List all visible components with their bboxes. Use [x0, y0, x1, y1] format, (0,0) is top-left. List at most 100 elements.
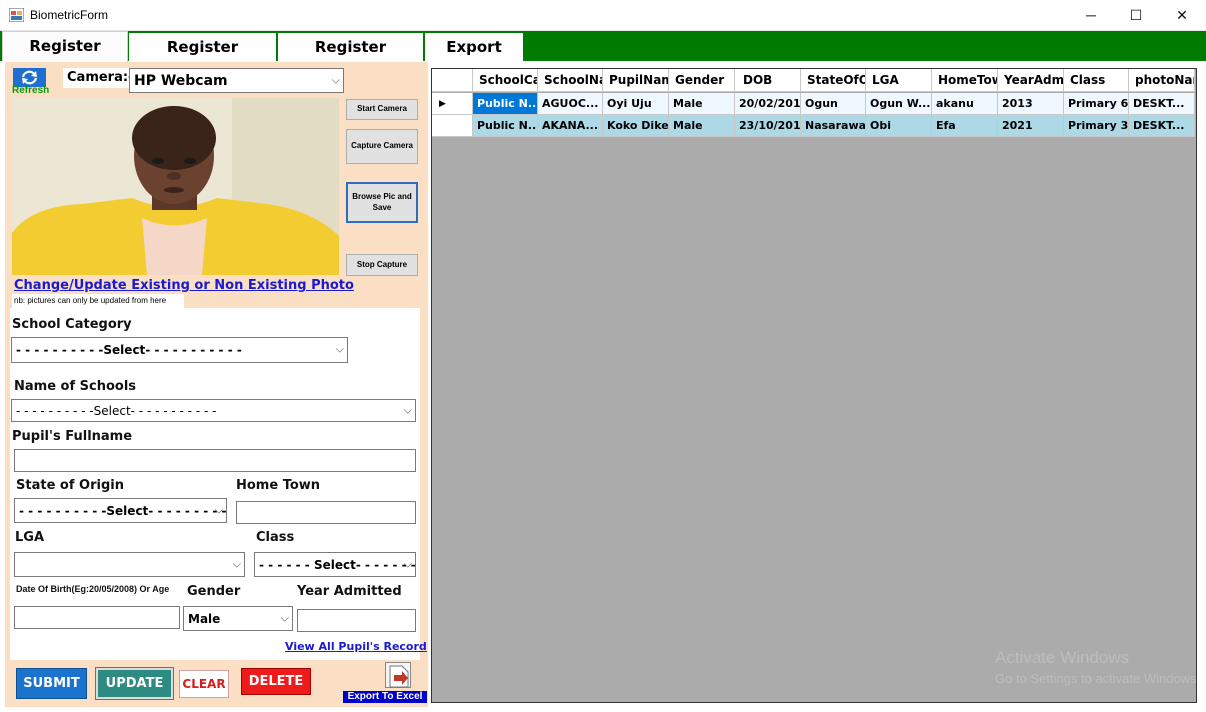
lga-select[interactable]: ⌵: [14, 552, 245, 577]
start-camera-button[interactable]: Start Camera: [346, 99, 418, 120]
year-admitted-input[interactable]: [297, 609, 416, 632]
clear-button[interactable]: CLEAR: [179, 670, 229, 698]
table-cell[interactable]: AKANA...: [538, 115, 603, 137]
hometown-label: Home Town: [236, 478, 321, 493]
class-select[interactable]: - - - - - - Select- - - - - - - ⌵: [254, 552, 416, 577]
camera-select-value: HP Webcam: [134, 72, 228, 89]
table-cell[interactable]: 23/10/2015: [735, 115, 801, 137]
chevron-down-icon: ⌵: [335, 342, 344, 356]
table-cell[interactable]: AGUOC...: [538, 93, 603, 115]
school-category-select[interactable]: - - - - - - - - - -Select- - - - - - - -…: [11, 337, 348, 363]
table-cell[interactable]: Koko Dike: [603, 115, 669, 137]
camera-preview: [12, 98, 339, 275]
current-row-arrow-icon: ▶: [439, 98, 446, 108]
update-button[interactable]: UPDATE: [95, 667, 174, 700]
capture-camera-button[interactable]: Capture Camera: [346, 129, 418, 164]
table-cell[interactable]: Primary 6: [1064, 93, 1129, 115]
refresh-label: Refresh: [12, 85, 50, 96]
table-cell[interactable]: 2021: [998, 115, 1064, 137]
maximize-button[interactable]: ☐: [1113, 0, 1159, 31]
browse-pic-button[interactable]: Browse Pic and Save: [346, 182, 418, 223]
column-header[interactable]: HomeTown: [932, 69, 998, 92]
table-cell[interactable]: akanu: [932, 93, 998, 115]
camera-label: Camera:-: [63, 68, 138, 88]
class-value: - - - - - - Select- - - - - - -: [259, 557, 416, 572]
table-cell[interactable]: DESKT...: [1129, 115, 1195, 137]
year-admitted-label: Year Admitted: [297, 584, 402, 599]
view-all-records-link[interactable]: View All Pupil's Record: [285, 640, 427, 653]
column-header[interactable]: LGA: [866, 69, 932, 92]
column-header[interactable]: SchoolName: [538, 69, 603, 92]
table-cell[interactable]: Ogun W...: [866, 93, 932, 115]
app-icon: [8, 7, 25, 23]
state-label: State of Origin: [16, 478, 124, 493]
export-excel-label[interactable]: Export To Excel: [343, 691, 427, 703]
school-name-select[interactable]: - - - - - - - - - -Select- - - - - - - -…: [11, 399, 416, 422]
class-label: Class: [256, 530, 295, 545]
column-header[interactable]: StateOfOrigin: [801, 69, 866, 92]
table-cell[interactable]: 2013: [998, 93, 1064, 115]
pupils-grid: [431, 68, 1197, 703]
tab-register-pupils[interactable]: Register Pupils: [2, 31, 128, 83]
camera-select[interactable]: HP Webcam ⌵: [129, 68, 344, 93]
column-header[interactable]: YearAdmitted: [998, 69, 1064, 92]
hometown-input[interactable]: [236, 501, 416, 524]
dob-label: Date Of Birth(Eg:20/05/2008) Or Age: [16, 584, 170, 594]
chevron-down-icon: ⌵: [232, 556, 241, 570]
chevron-down-icon: ⌵: [331, 72, 340, 86]
chevron-down-icon: ⌵: [403, 556, 412, 570]
lga-label: LGA: [15, 530, 45, 545]
column-header[interactable]: Gender: [669, 69, 735, 92]
table-cell[interactable]: Oyi Uju: [603, 93, 669, 115]
change-photo-link[interactable]: Change/Update Existing or Non Existing P…: [14, 278, 354, 293]
chevron-down-icon: ⌵: [280, 610, 289, 624]
table-cell[interactable]: Ogun: [801, 93, 866, 115]
table-cell[interactable]: 20/02/2018: [735, 93, 801, 115]
column-header[interactable]: photoName: [1129, 69, 1195, 92]
minimize-button[interactable]: ─: [1068, 0, 1114, 31]
chevron-down-icon: ⌵: [214, 502, 223, 516]
activate-windows-title: Activate Windows: [995, 648, 1130, 667]
school-category-value: - - - - - - - - - -Select- - - - - - - -…: [16, 343, 242, 357]
table-cell[interactable]: Male: [669, 93, 735, 115]
dob-input[interactable]: [14, 606, 180, 629]
row-header[interactable]: ▶: [432, 93, 473, 115]
submit-button[interactable]: SUBMIT: [16, 668, 87, 699]
tab-register-teachers[interactable]: Register Teachers: [278, 33, 424, 84]
table-cell[interactable]: Male: [669, 115, 735, 137]
state-select[interactable]: - - - - - - - - - -Select- - - - - - - -…: [14, 498, 227, 523]
chevron-down-icon: ⌵: [403, 402, 412, 416]
school-name-label: Name of Schools: [14, 379, 137, 394]
tab-export-data[interactable]: Export data: [425, 33, 524, 84]
school-category-label: School Category: [12, 317, 132, 332]
row-header[interactable]: [432, 115, 473, 137]
table-cell[interactable]: Public N...: [473, 93, 538, 115]
table-cell[interactable]: DESKT...: [1129, 93, 1195, 115]
column-header[interactable]: PupilName: [603, 69, 669, 92]
delete-button[interactable]: DELETE: [241, 668, 311, 695]
state-value: - - - - - - - - - -Select- - - - - - - -…: [19, 503, 227, 518]
fullname-input[interactable]: [14, 449, 416, 472]
window-title: BiometricForm: [30, 8, 109, 22]
column-header[interactable]: Class: [1064, 69, 1129, 92]
export-excel-button[interactable]: [385, 662, 411, 688]
table-cell[interactable]: Nasarawa: [801, 115, 866, 137]
stop-capture-button[interactable]: Stop Capture: [346, 254, 418, 276]
table-cell[interactable]: Obi: [866, 115, 932, 137]
table-cell[interactable]: Public N...: [473, 115, 538, 137]
photo-note: nb: pictures can only be updated from he…: [12, 294, 184, 308]
gender-select[interactable]: Male ⌵: [183, 606, 293, 631]
column-header[interactable]: SchoolCategory: [473, 69, 538, 92]
table-cell[interactable]: Primary 3: [1064, 115, 1129, 137]
table-cell[interactable]: Efa: [932, 115, 998, 137]
gender-label: Gender: [187, 584, 241, 599]
activate-windows-subtitle: Go to Settings to activate Windows.: [995, 671, 1201, 686]
close-button[interactable]: ✕: [1159, 0, 1205, 31]
gender-value: Male: [188, 611, 221, 626]
tab-register-students[interactable]: Register Students: [129, 33, 277, 84]
fullname-label: Pupil's Fullname: [12, 429, 133, 444]
title-bar: [0, 0, 1206, 31]
grid-corner: [432, 69, 473, 92]
column-header[interactable]: DOB: [735, 69, 801, 92]
export-arrow-icon: [389, 665, 409, 688]
